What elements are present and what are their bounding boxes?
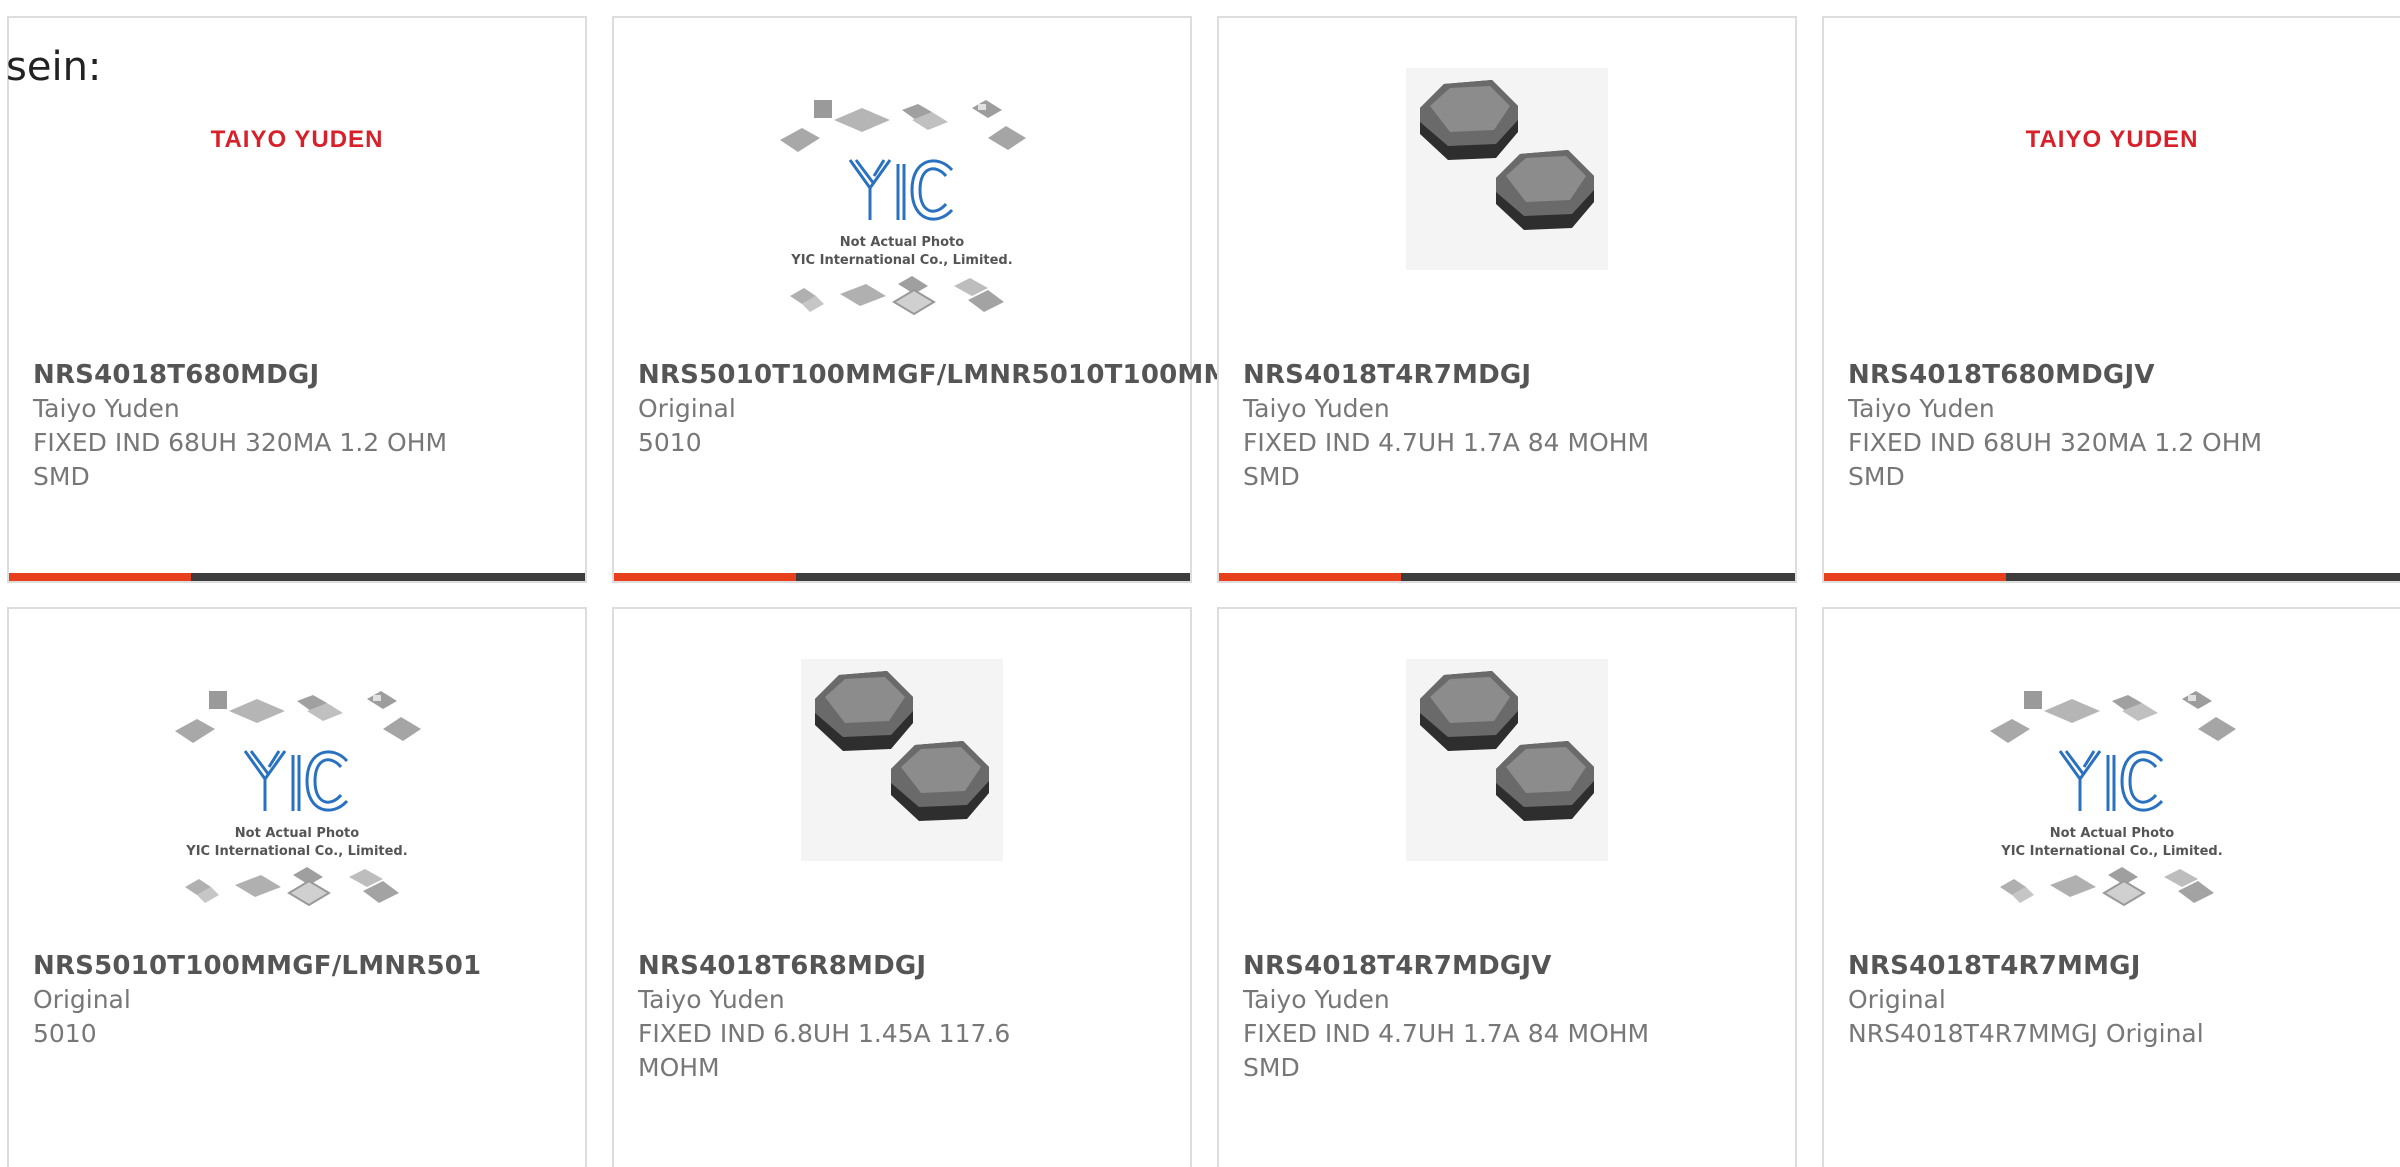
photo-caption-line2: YIC International Co., Limited. [185,844,407,859]
yic-placeholder-image: Not Actual Photo YIC International Co., … [780,100,1026,316]
manufacturer: Taiyo Yuden [33,394,180,423]
inductor-photo [1406,68,1608,270]
manufacturer: Taiyo Yuden [638,985,785,1014]
part-number-link[interactable]: NRS5010T100MMGF/LMNR5010T100MMGF [638,358,1269,392]
accent-bar [1824,573,2006,581]
product-image[interactable] [1219,68,1795,330]
product-info: NRS5010T100MMGF/LMNR501 Original 5010 [33,949,513,1051]
product-card[interactable]: Not Actual Photo YIC International Co., … [612,16,1269,583]
product-image[interactable]: Not Actual Photo YIC International Co., … [614,80,1190,330]
manufacturer: Original [638,394,736,423]
product-info: NRS4018T680MDGJ Taiyo Yuden FIXED IND 68… [33,358,513,494]
product-card[interactable]: TAIYO YUDEN NRS4018T680MDGJV Taiyo Yuden… [1822,16,2400,583]
product-card[interactable]: NRS4018T4R7MDGJ Taiyo Yuden FIXED IND 4.… [1217,16,1797,583]
product-info: NRS4018T4R7MDGJ Taiyo Yuden FIXED IND 4.… [1243,358,1723,494]
part-number-link[interactable]: NRS4018T680MDGJ [33,358,513,392]
product-info: NRS4018T680MDGJV Taiyo Yuden FIXED IND 6… [1848,358,2328,494]
part-number-link[interactable]: NRS4018T4R7MMGJ [1848,949,2328,983]
accent-bar [1219,573,1401,581]
product-info: NRS4018T4R7MDGJV Taiyo Yuden FIXED IND 4… [1243,949,1723,1085]
product-grid: TAIYO YUDEN NRS4018T680MDGJ Taiyo Yuden … [7,16,2400,1167]
taiyo-yuden-logo: TAIYO YUDEN [210,126,384,153]
part-number-link[interactable]: NRS4018T4R7MDGJV [1243,949,1723,983]
product-listing-page: sein: TAIYO YUDEN NRS4018T680MDGJ Taiyo … [0,0,2400,1167]
accent-bar [614,573,796,581]
yic-placeholder-image: Not Actual Photo YIC International Co., … [175,691,421,907]
product-image[interactable]: Not Actual Photo YIC International Co., … [9,671,585,921]
manufacturer: Original [1848,985,1946,1014]
card-bottom-bar [9,573,585,581]
product-info: NRS4018T6R8MDGJ Taiyo Yuden FIXED IND 6.… [638,949,1118,1085]
photo-caption-line2: YIC International Co., Limited. [2000,844,2222,859]
product-card[interactable]: Not Actual Photo YIC International Co., … [7,607,587,1167]
part-number-link[interactable]: NRS5010T100MMGF/LMNR501 [33,949,513,983]
card-bottom-bar [614,573,1190,581]
photo-caption-line2: YIC International Co., Limited. [790,253,1012,268]
card-bottom-bar [1824,573,2400,581]
product-image[interactable]: TAIYO YUDEN [1824,80,2400,330]
description: FIXED IND 4.7UH 1.7A 84 MOHM SMD [1243,428,1650,491]
accent-bar [9,573,191,581]
description: FIXED IND 4.7UH 1.7A 84 MOHM SMD [1243,1019,1650,1082]
product-image[interactable]: Not Actual Photo YIC International Co., … [1824,671,2400,921]
part-number-link[interactable]: NRS4018T6R8MDGJ [638,949,1118,983]
part-number-link[interactable]: NRS4018T680MDGJV [1848,358,2328,392]
photo-caption-line1: Not Actual Photo [2050,826,2174,841]
manufacturer: Original [33,985,131,1014]
inductor-photo [1406,659,1608,861]
description: FIXED IND 6.8UH 1.45A 117.6 MOHM [638,1019,1011,1082]
manufacturer: Taiyo Yuden [1243,985,1390,1014]
description: 5010 [638,428,702,457]
product-image[interactable]: TAIYO YUDEN [9,80,585,330]
product-image[interactable] [614,659,1190,921]
description: NRS4018T4R7MMGJ Original [1848,1019,2204,1048]
manufacturer: Taiyo Yuden [1243,394,1390,423]
yic-placeholder-image: Not Actual Photo YIC International Co., … [1990,691,2236,907]
intro-text: sein: [6,44,102,90]
product-card[interactable]: Not Actual Photo YIC International Co., … [1822,607,2400,1167]
taiyo-yuden-logo: TAIYO YUDEN [2025,126,2199,153]
product-card[interactable]: NRS4018T4R7MDGJV Taiyo Yuden FIXED IND 4… [1217,607,1797,1167]
card-bottom-bar [1219,573,1795,581]
photo-caption-line1: Not Actual Photo [840,235,964,250]
product-info: NRS5010T100MMGF/LMNR5010T100MMGF Origina… [638,358,1269,460]
description: 5010 [33,1019,97,1048]
manufacturer: Taiyo Yuden [1848,394,1995,423]
photo-caption-line1: Not Actual Photo [235,826,359,841]
inductor-photo [801,659,1003,861]
product-info: NRS4018T4R7MMGJ Original NRS4018T4R7MMGJ… [1848,949,2328,1051]
description: FIXED IND 68UH 320MA 1.2 OHM SMD [1848,428,2263,491]
description: FIXED IND 68UH 320MA 1.2 OHM SMD [33,428,448,491]
product-image[interactable] [1219,659,1795,921]
product-card[interactable]: NRS4018T6R8MDGJ Taiyo Yuden FIXED IND 6.… [612,607,1192,1167]
product-card[interactable]: TAIYO YUDEN NRS4018T680MDGJ Taiyo Yuden … [7,16,587,583]
part-number-link[interactable]: NRS4018T4R7MDGJ [1243,358,1723,392]
